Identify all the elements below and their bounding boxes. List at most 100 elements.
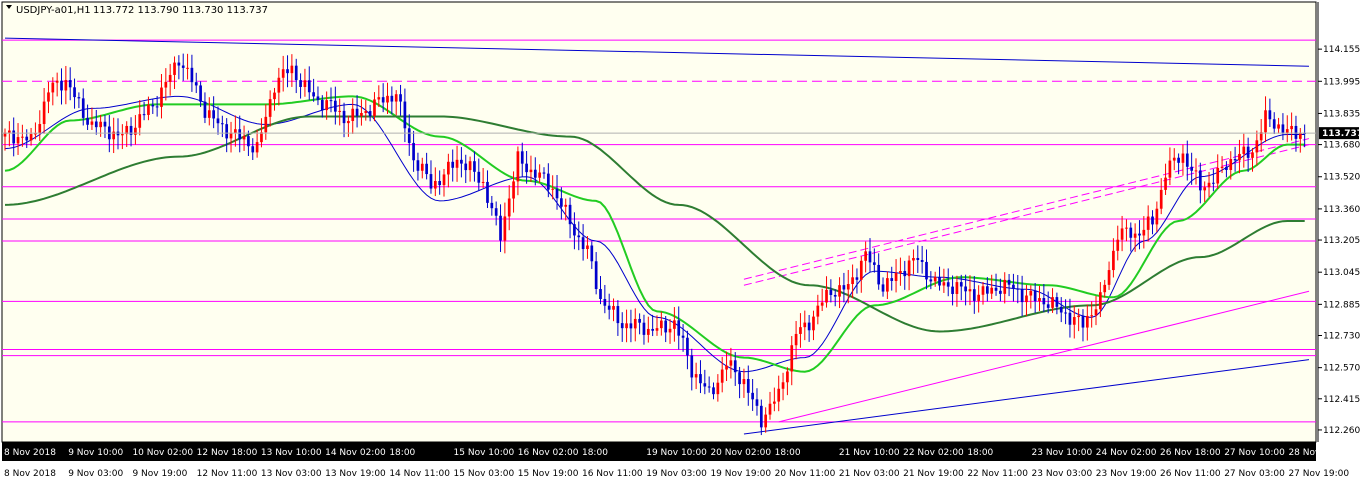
candle-body (451, 161, 455, 168)
candle-body (281, 69, 285, 78)
candle-body (903, 270, 907, 277)
candle-body (816, 305, 820, 317)
candle-body (260, 132, 263, 143)
candle-body (351, 108, 355, 122)
candle-body (564, 204, 568, 207)
candle-body (103, 121, 107, 127)
candle-body (190, 67, 194, 83)
candle-body (494, 208, 498, 216)
candle-body (290, 65, 294, 74)
time-tick-label-secondary: 26 Nov 11:00 (1160, 469, 1221, 479)
time-tick-label-secondary: 22 Nov 11:00 (967, 469, 1028, 479)
candle-body (90, 121, 94, 125)
candle-body (764, 414, 768, 428)
candle-body (773, 401, 776, 404)
candle-body (147, 104, 150, 115)
candle-body (247, 136, 250, 147)
candle-body (655, 328, 659, 331)
candle-body (1233, 159, 1237, 161)
price-tick-label: 113.045 (1323, 268, 1360, 278)
candle-body (377, 97, 381, 100)
time-tick-label: 18:00 (582, 448, 608, 458)
candle-body (1051, 297, 1054, 308)
candle-body (490, 202, 494, 209)
candle-body (560, 198, 563, 207)
time-tick-label-secondary: 13 Nov 19:00 (325, 469, 386, 479)
candle-body (673, 320, 676, 329)
candle-body (742, 379, 746, 385)
candle-body (842, 285, 846, 290)
candle-body (138, 114, 142, 128)
price-tick-label: 113.835 (1323, 109, 1360, 119)
candle-body (1164, 177, 1167, 190)
candle-body (799, 327, 802, 334)
candle-body (1155, 208, 1159, 225)
candle-body (234, 129, 237, 133)
candle-body (1033, 290, 1037, 302)
candle-body (646, 328, 650, 335)
time-tick-label: 12 Nov 18:00 (197, 448, 258, 458)
candle-body (1003, 279, 1007, 294)
candle-body (877, 264, 881, 285)
candle-body (512, 181, 515, 199)
candle-body (1251, 152, 1254, 158)
candle-body (181, 65, 185, 68)
candle-body (890, 278, 894, 281)
candle-body (872, 262, 876, 265)
candle-body (77, 97, 81, 99)
time-tick-label: 26 Nov 18:00 (1160, 448, 1221, 458)
candle-body (386, 95, 389, 103)
candle-body (959, 282, 963, 287)
candle-body (81, 98, 85, 118)
candle-body (1194, 170, 1198, 172)
plot-area (1, 1, 1317, 443)
candle-body (916, 258, 920, 261)
candle-body (1125, 227, 1128, 229)
candle-body (329, 100, 333, 102)
candle-body (25, 136, 29, 141)
candle-body (790, 345, 794, 372)
candle-body (1220, 166, 1224, 168)
time-tick-label-secondary: 9 Nov 03:00 (68, 469, 123, 479)
candle-body (1159, 189, 1163, 209)
time-tick-label: 8 Nov 2018 (4, 448, 56, 458)
time-tick-label: 14 Nov 02:00 (325, 448, 386, 458)
candle-body (1190, 166, 1193, 171)
time-tick-label-secondary: 20 Nov 11:00 (775, 469, 836, 479)
candle-body (1077, 315, 1080, 318)
candle-body (1229, 159, 1233, 170)
price-tick-label: 112.570 (1323, 364, 1360, 374)
candle-body (1016, 288, 1020, 290)
candle-body (829, 289, 833, 295)
candle-body (1112, 250, 1115, 271)
candle-body (716, 382, 720, 395)
candle-body (203, 101, 207, 118)
candle-body (473, 161, 476, 172)
candle-body (460, 159, 463, 164)
candle-body (951, 286, 954, 294)
candle-body (542, 172, 546, 174)
price-tick-label: 113.360 (1323, 205, 1360, 215)
candle-body (1198, 170, 1202, 191)
candle-body (1181, 153, 1185, 163)
time-tick-label: 18:00 (389, 448, 415, 458)
price-tick-label: 114.155 (1323, 45, 1360, 55)
candle-body (273, 92, 276, 100)
candle-body (316, 96, 320, 100)
candle-body (581, 237, 585, 250)
candlestick-chart[interactable]: 114.155 113.995 113.835 113.680 113.520 113.3… (0, 0, 1360, 485)
candle-body (859, 260, 863, 280)
candle-body (242, 136, 246, 140)
candle-body (942, 282, 946, 286)
candle-body (612, 306, 615, 310)
candle-body (925, 261, 928, 280)
candle-body (786, 371, 789, 383)
time-tick-label: 27 Nov 10:00 (1224, 448, 1285, 458)
candle-body (60, 80, 63, 91)
candle-body (846, 284, 850, 290)
candle-body (1185, 153, 1189, 167)
candle-body (268, 99, 272, 117)
candle-body (1138, 233, 1141, 236)
candle-body (825, 289, 828, 303)
candle-body (1177, 157, 1180, 163)
